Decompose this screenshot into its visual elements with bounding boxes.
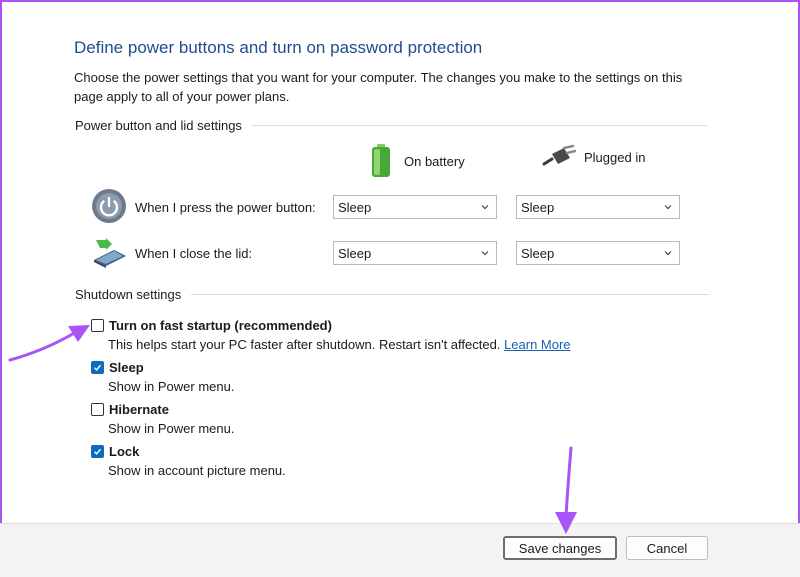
power-button-on-battery-select[interactable]: Sleep [333, 195, 497, 219]
hibernate-label[interactable]: Hibernate [109, 402, 169, 417]
cancel-button[interactable]: Cancel [626, 536, 708, 560]
save-changes-button[interactable]: Save changes [503, 536, 617, 560]
hibernate-checkbox[interactable] [91, 403, 104, 416]
power-button-plugged-in-select[interactable]: Sleep [516, 195, 680, 219]
fast-startup-description: This helps start your PC faster after sh… [108, 337, 571, 352]
shutdown-section-heading-label: Shutdown settings [75, 287, 182, 302]
lock-option[interactable]: Lock [91, 444, 139, 459]
learn-more-link[interactable]: Learn More [504, 337, 570, 352]
battery-icon [372, 144, 390, 177]
power-section-heading-label: Power button and lid settings [75, 118, 242, 133]
fast-startup-label[interactable]: Turn on fast startup (recommended) [109, 318, 332, 333]
select-value: Sleep [521, 199, 555, 215]
fast-startup-description-text: This helps start your PC faster after sh… [108, 337, 501, 352]
divider [191, 294, 710, 295]
select-value: Sleep [338, 245, 372, 261]
lid-row-label: When I close the lid: [135, 246, 253, 261]
sleep-option[interactable]: Sleep [91, 360, 144, 375]
power-section-heading: Power button and lid settings [75, 118, 707, 133]
sleep-label[interactable]: Sleep [109, 360, 144, 375]
page-title: Define power buttons and turn on passwor… [74, 38, 483, 57]
hibernate-option[interactable]: Hibernate [91, 402, 169, 417]
checkmark-icon [94, 448, 102, 455]
power-button-row-label: When I press the power button: [135, 200, 316, 215]
lid-on-battery-select[interactable]: Sleep [333, 241, 497, 265]
divider [251, 125, 707, 126]
page-description: Choose the power settings that you want … [74, 70, 683, 104]
lock-label[interactable]: Lock [109, 444, 139, 459]
fast-startup-option[interactable]: Turn on fast startup (recommended) [91, 318, 332, 333]
chevron-down-icon [481, 205, 489, 210]
lock-checkbox[interactable] [91, 445, 104, 458]
lock-description: Show in account picture menu. [108, 463, 286, 478]
select-value: Sleep [521, 245, 555, 261]
power-button-icon [92, 189, 126, 223]
select-value: Sleep [338, 199, 372, 215]
chevron-down-icon [664, 205, 672, 210]
annotation-arrow-icon [8, 325, 90, 362]
laptop-lid-icon [94, 238, 126, 268]
chevron-down-icon [664, 251, 672, 256]
plug-icon [542, 144, 576, 166]
annotation-arrow-icon [555, 446, 577, 534]
shutdown-section-heading: Shutdown settings [75, 287, 710, 302]
plugged-in-label: Plugged in [584, 149, 646, 165]
sleep-description: Show in Power menu. [108, 379, 235, 394]
lid-plugged-in-select[interactable]: Sleep [516, 241, 680, 265]
chevron-down-icon [481, 251, 489, 256]
hibernate-description: Show in Power menu. [108, 421, 235, 436]
column-header-plugged-in: Plugged in [542, 144, 645, 170]
column-header-on-battery: On battery [370, 144, 465, 178]
on-battery-label: On battery [404, 153, 465, 169]
